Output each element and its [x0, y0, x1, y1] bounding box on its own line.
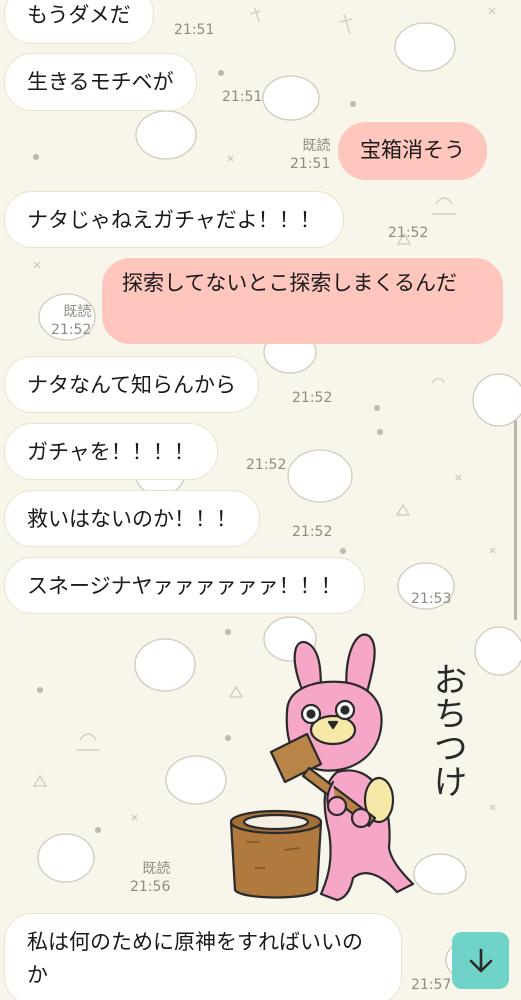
message-bubble[interactable]: もうダメだ	[4, 0, 154, 44]
message-time: 21:57	[411, 977, 452, 993]
message-bubble[interactable]: スネージナヤァァァァァァ！！！	[4, 557, 365, 614]
message-time: 21:51	[174, 22, 215, 38]
message-bubble[interactable]: ガチャを！！！！	[4, 423, 218, 480]
message-time: 21:52	[51, 322, 92, 338]
message-meta: 既読 21:52	[51, 303, 91, 339]
message-time: 21:52	[292, 390, 333, 406]
scrollbar-thumb[interactable]	[514, 420, 517, 620]
message-bubble[interactable]: 生きるモチベが	[4, 53, 197, 111]
scroll-to-bottom-button[interactable]	[452, 932, 509, 989]
read-receipt: 既読	[63, 304, 92, 320]
message-time: 21:52	[246, 457, 287, 473]
message-bubble[interactable]: 私は何のために原神をすればいいのか	[4, 913, 402, 1000]
sticker[interactable]: おちつけ	[225, 622, 495, 912]
read-receipt: 既読	[302, 138, 331, 154]
message-meta: 既読 21:51	[290, 137, 330, 173]
sticker-caption: おちつけ	[427, 662, 467, 798]
message-bubble[interactable]: 救いはないのか！！！	[4, 490, 260, 547]
message-time: 21:52	[292, 524, 333, 540]
pink-rabbit-mochi-sticker-icon: おちつけ	[229, 633, 467, 902]
message-bubble[interactable]: ナタなんて知らんから	[4, 356, 259, 413]
message-time: 21:51	[222, 89, 263, 105]
message-time: 21:53	[411, 591, 452, 607]
message-bubble[interactable]: ナタじゃねえガチャだよ！！！	[4, 191, 344, 248]
message-meta: 既読 21:56	[130, 860, 170, 896]
message-bubble[interactable]: 探索してないとこ探索しまくるんだ	[102, 258, 503, 344]
arrow-down-icon	[469, 948, 492, 972]
message-time: 21:56	[130, 879, 171, 895]
message-time: 21:52	[388, 225, 429, 241]
message-bubble[interactable]: 宝箱消そう	[338, 122, 487, 180]
message-time: 21:51	[290, 156, 331, 172]
read-receipt: 既読	[142, 861, 171, 877]
chat-view[interactable]: もうダメだ 21:51 生きるモチベが 21:51 既読 21:51 宝箱消そう…	[0, 0, 521, 1000]
